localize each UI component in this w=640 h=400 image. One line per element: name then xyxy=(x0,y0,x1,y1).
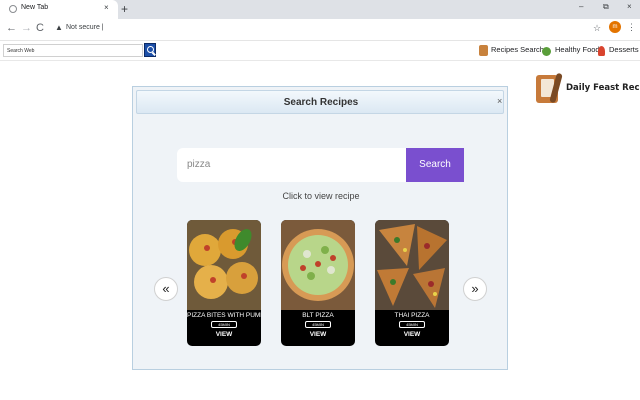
recipe-book-icon xyxy=(479,45,488,56)
view-recipe-link[interactable]: VIEW xyxy=(375,331,449,338)
recipe-title: BLT PIZZA xyxy=(302,312,334,319)
salad-icon xyxy=(542,47,551,56)
brand-name: Daily Feast Recipe xyxy=(566,83,640,93)
address-bar[interactable]: ▲ Not secure | ☆ xyxy=(50,21,610,37)
recipe-search-input[interactable]: pizza xyxy=(177,148,406,182)
hint-text: Click to view recipe xyxy=(282,191,360,201)
reload-icon[interactable]: C xyxy=(36,22,44,34)
bookmark-recipes-search[interactable]: Recipes Search xyxy=(491,45,544,54)
star-icon[interactable]: ☆ xyxy=(593,23,601,34)
maximize-icon[interactable]: ⧉ xyxy=(603,2,609,12)
close-icon[interactable]: × xyxy=(497,96,502,106)
new-tab-icon[interactable]: + xyxy=(121,2,128,16)
recipe-time-badge: 45MIN xyxy=(399,321,425,328)
search-button[interactable]: Search xyxy=(406,148,464,182)
panel-title: Search Recipes xyxy=(283,97,359,108)
recipe-image-thai-pizza xyxy=(375,220,449,310)
bookmarks-bar: Search Web Recipes Search Healthy Food D… xyxy=(0,40,640,61)
window-close-icon[interactable]: × xyxy=(627,2,632,11)
bookmark-desserts[interactable]: Desserts xyxy=(609,45,639,54)
globe-icon xyxy=(9,5,17,13)
recipe-time-badge: 45MIN xyxy=(305,321,331,328)
web-search-input[interactable]: Search Web xyxy=(3,44,143,57)
profile-avatar[interactable]: m xyxy=(609,21,621,33)
recipe-title: THAI PIZZA xyxy=(394,312,430,319)
brand-logo: Daily Feast Recipe xyxy=(536,72,640,106)
tab-close-icon[interactable]: × xyxy=(104,3,109,12)
back-icon[interactable]: ← xyxy=(6,22,17,34)
browser-toolbar: ← → C ▲ Not secure | ☆ xyxy=(0,19,640,39)
forward-icon[interactable]: → xyxy=(21,22,32,34)
recipe-book-icon xyxy=(536,72,563,104)
warning-icon: ▲ xyxy=(55,23,63,32)
bookmark-healthy-food[interactable]: Healthy Food xyxy=(555,45,600,54)
menu-icon[interactable]: ⋮ xyxy=(627,22,636,32)
recipe-image-pizza-bites xyxy=(187,220,261,310)
web-search-button[interactable] xyxy=(144,43,156,57)
recipe-image-blt-pizza xyxy=(281,220,355,310)
recipe-time-badge: 45MIN xyxy=(211,321,237,328)
view-recipe-link[interactable]: VIEW xyxy=(281,331,355,338)
tab-strip: New Tab × + – ⧉ × xyxy=(0,0,640,19)
recipe-title: PIZZA BITES WITH PUMP xyxy=(187,312,261,319)
search-recipes-panel: Search Recipes × pizza Search Click to v… xyxy=(132,86,508,370)
minimize-icon[interactable]: – xyxy=(579,2,583,11)
tab-title: New Tab xyxy=(21,4,49,11)
carousel-next-button[interactable]: » xyxy=(463,277,487,301)
tab-new-tab[interactable]: New Tab × xyxy=(0,0,118,19)
recipe-card[interactable]: PIZZA BITES WITH PUMP 45MIN VIEW xyxy=(187,220,261,346)
recipe-card[interactable]: THAI PIZZA 45MIN VIEW xyxy=(375,220,449,346)
recipe-card[interactable]: BLT PIZZA 45MIN VIEW xyxy=(281,220,355,346)
security-label: Not secure | xyxy=(66,24,104,31)
dessert-icon xyxy=(598,46,605,56)
panel-header: Search Recipes × xyxy=(136,90,504,114)
view-recipe-link[interactable]: VIEW xyxy=(187,331,261,338)
carousel-prev-button[interactable]: « xyxy=(154,277,178,301)
